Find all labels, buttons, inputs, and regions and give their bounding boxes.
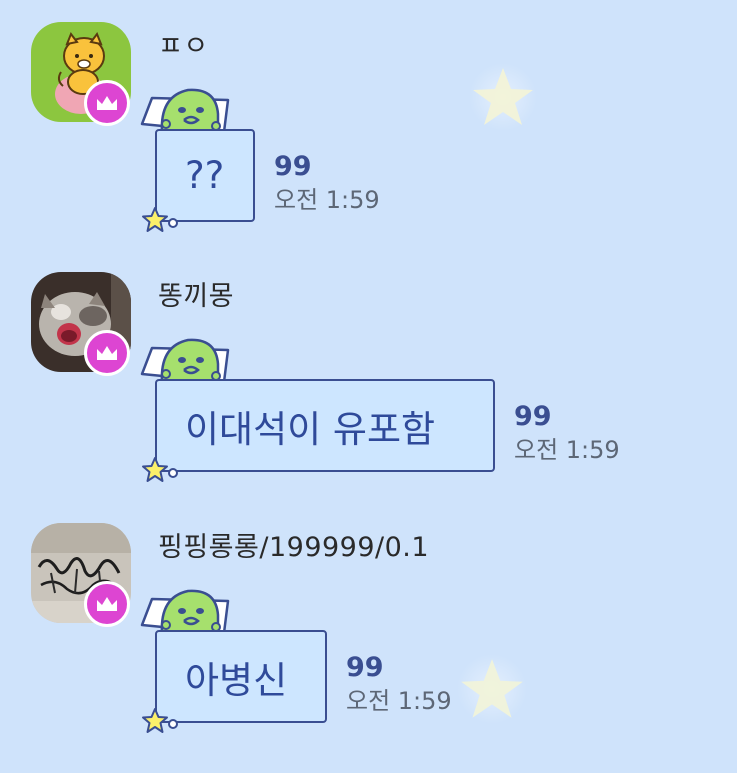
timestamp: 오전 1:59 [346, 687, 452, 715]
unread-count: 99 [346, 652, 384, 683]
sender-name: 핑핑롱롱/199999/0.1 [158, 532, 430, 563]
message-text: ?? [185, 154, 225, 197]
bubble-dot [168, 719, 178, 729]
message-meta: 99 오전 1:59 [514, 400, 620, 466]
green-blob-pillow-sticker-icon [140, 589, 230, 635]
chat-room[interactable]: ㅍㅇ ?? 99 오전 1:59 똥끼몽 이대석이 유포함 99 오전 1:59… [0, 0, 737, 773]
green-blob-pillow-sticker-icon [140, 338, 230, 384]
crown-badge [84, 80, 130, 126]
message-bubble[interactable]: 아병신 [155, 630, 327, 723]
message-text: 아병신 [185, 658, 288, 702]
message-bubble[interactable]: 이대석이 유포함 [155, 379, 495, 472]
pale-star-icon [469, 63, 537, 131]
crown-badge [84, 330, 130, 376]
bubble-dot [168, 218, 178, 228]
crown-icon [97, 96, 117, 110]
crown-icon [97, 346, 117, 360]
green-blob-pillow-sticker-icon [140, 88, 230, 134]
message-meta: 99 오전 1:59 [274, 150, 380, 216]
yellow-star-icon [142, 207, 168, 232]
sender-name: 똥끼몽 [158, 281, 235, 312]
timestamp: 오전 1:59 [514, 436, 620, 464]
unread-count: 99 [514, 401, 552, 432]
message-text: 이대석이 유포함 [185, 407, 436, 451]
crown-badge [84, 581, 130, 627]
unread-count: 99 [274, 151, 312, 182]
bubble-dot [168, 468, 178, 478]
message-meta: 99 오전 1:59 [346, 651, 452, 717]
pale-star-icon [457, 654, 527, 724]
yellow-star-icon [142, 457, 168, 482]
timestamp: 오전 1:59 [274, 186, 380, 214]
crown-icon [97, 597, 117, 611]
yellow-star-icon [142, 708, 168, 733]
sender-name: ㅍㅇ [158, 31, 209, 62]
message-bubble[interactable]: ?? [155, 129, 255, 222]
